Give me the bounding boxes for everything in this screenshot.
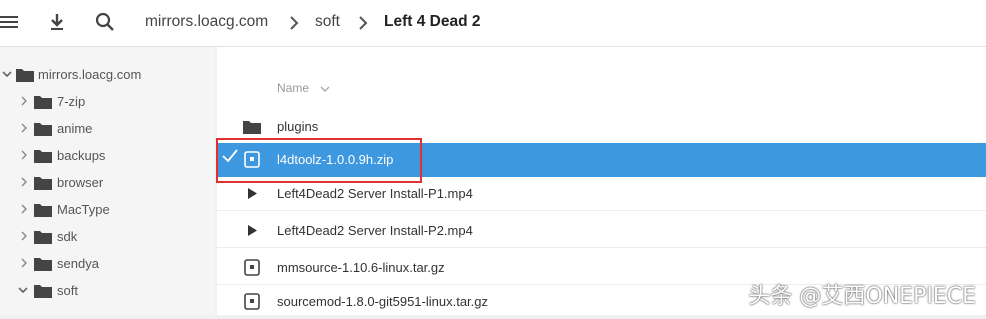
tree-item-label: browser	[57, 175, 104, 190]
folder-icon	[34, 150, 52, 163]
chevron-right-icon[interactable]	[18, 203, 30, 215]
play-icon	[248, 188, 257, 199]
chevron-right-icon[interactable]	[18, 95, 30, 107]
tree-item-root[interactable]: mirrors.loacg.com	[0, 63, 215, 87]
folder-icon	[34, 258, 52, 271]
tree-item-mactype[interactable]: MacType	[0, 198, 215, 222]
file-name: plugins	[277, 119, 319, 134]
tree-item-label: sendya	[57, 256, 99, 271]
folder-icon	[34, 177, 52, 190]
breadcrumb-current[interactable]: Left 4 Dead 2	[384, 13, 480, 31]
tree-item-label: soft	[57, 283, 78, 298]
tree-item-7zip[interactable]: 7-zip	[0, 90, 215, 114]
chevron-right-icon[interactable]	[18, 257, 30, 269]
search-icon[interactable]	[94, 11, 116, 33]
tree-item-label: anime	[57, 121, 93, 136]
file-list: Name plugins l4dtoolz-1.0.0.9h.zip Left4…	[217, 47, 986, 319]
file-row-p2[interactable]: Left4Dead2 Server Install-P2.mp4	[217, 214, 986, 248]
column-header-name[interactable]: Name	[217, 71, 986, 109]
folder-icon	[34, 285, 52, 298]
tree-item-label: backups	[57, 148, 106, 163]
file-row-plugins[interactable]: plugins	[217, 110, 986, 144]
tree-item-soft[interactable]: soft	[0, 279, 215, 303]
watermark-text: 头条 @艾西ONEPIECE	[748, 284, 976, 309]
file-row-p1[interactable]: Left4Dead2 Server Install-P1.mp4	[217, 177, 986, 211]
chevron-right-icon[interactable]	[18, 176, 30, 188]
breadcrumb-root[interactable]: mirrors.loacg.com	[145, 13, 268, 31]
tree-item-sendya[interactable]: sendya	[0, 252, 215, 276]
tree-item-label: MacType	[57, 202, 110, 217]
tree-item-backups[interactable]: backups	[0, 144, 215, 168]
file-row-l4dtoolz[interactable]: l4dtoolz-1.0.0.9h.zip	[217, 143, 986, 177]
archive-icon	[244, 151, 260, 168]
play-icon	[248, 225, 257, 236]
archive-icon	[244, 293, 260, 310]
folder-icon	[243, 121, 261, 134]
tree-item-label: sdk	[57, 229, 78, 244]
folder-icon	[34, 96, 52, 109]
sidebar-tree: mirrors.loacg.com 7-zip anime backups br…	[0, 47, 215, 315]
sort-chevron-icon[interactable]	[319, 83, 331, 95]
menu-icon[interactable]	[0, 11, 22, 33]
download-icon[interactable]	[46, 11, 68, 33]
chevron-right-icon[interactable]	[18, 230, 30, 242]
chevron-right-icon	[359, 16, 368, 30]
tree-item-anime[interactable]: anime	[0, 117, 215, 141]
tree-item-label: mirrors.loacg.com	[38, 67, 142, 82]
chevron-right-icon[interactable]	[18, 149, 30, 161]
folder-icon	[34, 204, 52, 217]
file-name: sourcemod-1.8.0-git5951-linux.tar.gz	[277, 294, 489, 309]
chevron-down-icon[interactable]	[1, 68, 13, 80]
file-name: mmsource-1.10.6-linux.tar.gz	[277, 260, 445, 275]
file-name: l4dtoolz-1.0.0.9h.zip	[277, 152, 394, 167]
top-bar: mirrors.loacg.com soft Left 4 Dead 2	[0, 0, 986, 47]
file-name: Left4Dead2 Server Install-P2.mp4	[277, 223, 473, 238]
tree-item-browser[interactable]: browser	[0, 171, 215, 195]
file-name: Left4Dead2 Server Install-P1.mp4	[277, 186, 473, 201]
archive-icon	[244, 259, 260, 276]
chevron-right-icon[interactable]	[18, 122, 30, 134]
tree-item-label: 7-zip	[57, 94, 86, 109]
folder-icon	[16, 69, 34, 82]
chevron-right-icon	[290, 16, 299, 30]
chevron-down-icon[interactable]	[17, 284, 29, 296]
column-header-label: Name	[277, 81, 310, 95]
folder-icon	[34, 231, 52, 244]
tree-item-sdk[interactable]: sdk	[0, 225, 215, 249]
check-icon[interactable]	[221, 148, 239, 164]
breadcrumb-soft[interactable]: soft	[315, 13, 340, 31]
folder-icon	[34, 123, 52, 136]
